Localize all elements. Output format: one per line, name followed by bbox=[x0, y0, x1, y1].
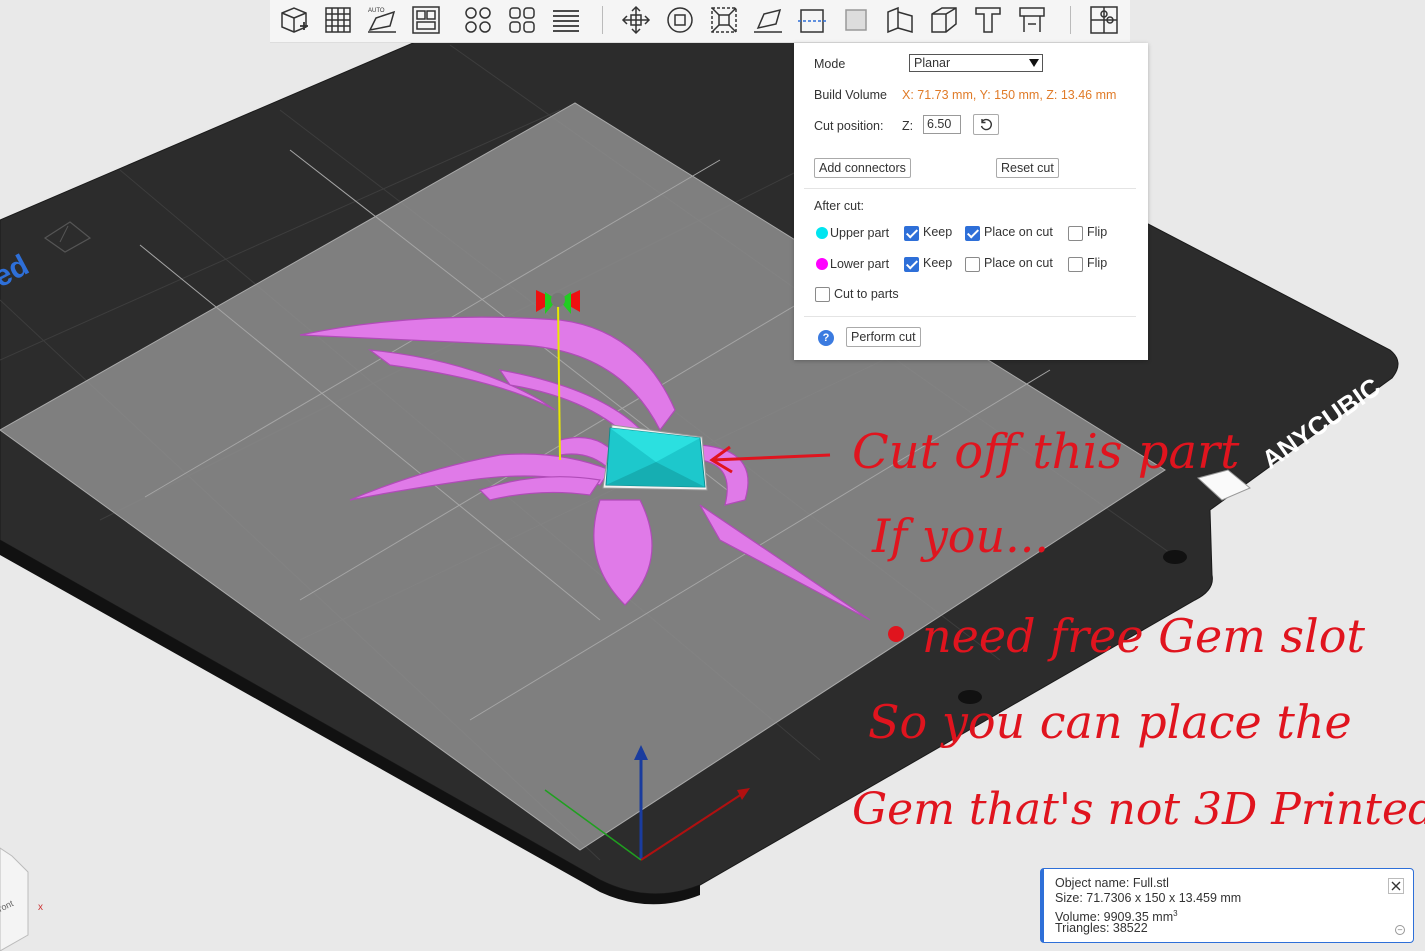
multi-part-icon[interactable] bbox=[460, 3, 496, 37]
lower-flip-label: Flip bbox=[1087, 256, 1108, 270]
lower-keep-checkbox[interactable] bbox=[904, 257, 919, 272]
support-paint-icon[interactable] bbox=[838, 3, 874, 37]
cut-to-parts-checkbox[interactable] bbox=[815, 287, 830, 302]
chevron-down-icon bbox=[1029, 59, 1039, 67]
perform-cut-button[interactable]: Perform cut bbox=[846, 327, 921, 347]
svg-text:AUTO: AUTO bbox=[368, 8, 385, 14]
text-tool-icon[interactable] bbox=[970, 3, 1006, 37]
reset-z-button[interactable] bbox=[973, 114, 999, 135]
object-name: Object name: Full.stl bbox=[1055, 876, 1169, 890]
lower-flip-checkbox[interactable] bbox=[1068, 257, 1083, 272]
add-connectors-button[interactable]: Add connectors bbox=[814, 158, 911, 178]
annotation-bullet bbox=[888, 626, 904, 642]
hollow-icon[interactable] bbox=[926, 3, 962, 37]
3d-viewport[interactable]: ANYCUBIC ed ront x Cut off this part If … bbox=[0, 0, 1425, 951]
build-volume-value: X: 71.73 mm, Y: 150 mm, Z: 13.46 mm bbox=[902, 88, 1117, 102]
object-size: Size: 71.7306 x 150 x 13.459 mm bbox=[1055, 891, 1242, 905]
z-position-input[interactable]: 6.50 bbox=[923, 115, 961, 134]
upper-part-color-dot bbox=[816, 227, 828, 239]
cut-position-label: Cut position: bbox=[814, 119, 884, 133]
move-tool-icon[interactable] bbox=[618, 3, 654, 37]
mode-select[interactable]: Planar bbox=[909, 54, 1043, 72]
seam-paint-icon[interactable] bbox=[882, 3, 918, 37]
build-volume-label: Build Volume bbox=[814, 88, 887, 102]
annotation-line-3: need free Gem slot bbox=[922, 609, 1365, 663]
assembly-icon[interactable] bbox=[1086, 3, 1122, 37]
annotation-line-4: So you can place the bbox=[868, 695, 1352, 749]
upper-part-label: Upper part bbox=[830, 226, 890, 240]
lower-keep-label: Keep bbox=[923, 256, 953, 270]
object-info-panel: Object name: Full.stl Size: 71.7306 x 15… bbox=[1040, 868, 1414, 943]
rotate-tool-icon[interactable] bbox=[662, 3, 698, 37]
lower-place-on-cut-checkbox[interactable] bbox=[965, 257, 980, 272]
layout-plate-icon[interactable] bbox=[408, 3, 444, 37]
annotation-line-1: Cut off this part bbox=[852, 424, 1240, 480]
lower-place-on-cut-label: Place on cut bbox=[984, 256, 1053, 270]
add-object-icon[interactable] bbox=[276, 3, 312, 37]
mode-label: Mode bbox=[814, 57, 846, 71]
lower-part-color-dot bbox=[816, 258, 828, 270]
help-icon[interactable]: ? bbox=[818, 330, 834, 346]
upper-place-on-cut-checkbox[interactable] bbox=[965, 226, 980, 241]
cut-tool-icon[interactable] bbox=[794, 3, 830, 37]
lay-on-face-icon[interactable] bbox=[750, 3, 786, 37]
layers-icon[interactable] bbox=[548, 3, 584, 37]
undo-icon bbox=[980, 118, 992, 130]
annotation-line-5: Gem that's not 3D Printed bbox=[852, 784, 1425, 835]
object-triangles: Triangles: 38522 bbox=[1055, 921, 1148, 935]
annotation-line-2: If you... bbox=[871, 509, 1049, 563]
upper-flip-label: Flip bbox=[1087, 225, 1108, 239]
measure-tool-icon[interactable] bbox=[1014, 3, 1050, 37]
cut-to-parts-label: Cut to parts bbox=[834, 287, 899, 301]
lower-part-label: Lower part bbox=[830, 257, 890, 271]
axis-x-label: x bbox=[38, 902, 43, 913]
reset-cut-button[interactable]: Reset cut bbox=[996, 158, 1059, 178]
mode-select-value: Planar bbox=[914, 56, 951, 70]
upper-place-on-cut-label: Place on cut bbox=[984, 225, 1053, 239]
scale-tool-icon[interactable] bbox=[706, 3, 742, 37]
object-volume-unit-sup: 3 bbox=[1173, 909, 1178, 918]
split-parts-icon[interactable] bbox=[504, 3, 540, 37]
cut-panel: Mode Planar Build Volume X: 71.73 mm, Y:… bbox=[794, 43, 1148, 360]
upper-keep-label: Keep bbox=[923, 225, 953, 239]
upper-flip-checkbox[interactable] bbox=[1068, 226, 1083, 241]
close-icon[interactable] bbox=[1388, 878, 1404, 894]
minimize-icon[interactable]: – bbox=[1395, 925, 1405, 935]
upper-keep-checkbox[interactable] bbox=[904, 226, 919, 241]
after-cut-label: After cut: bbox=[814, 199, 865, 213]
z-label: Z: bbox=[902, 119, 914, 133]
arrange-grid-icon[interactable] bbox=[320, 3, 356, 37]
auto-orient-icon[interactable]: AUTO bbox=[364, 3, 400, 37]
top-toolbar: AUTO bbox=[270, 0, 1130, 43]
